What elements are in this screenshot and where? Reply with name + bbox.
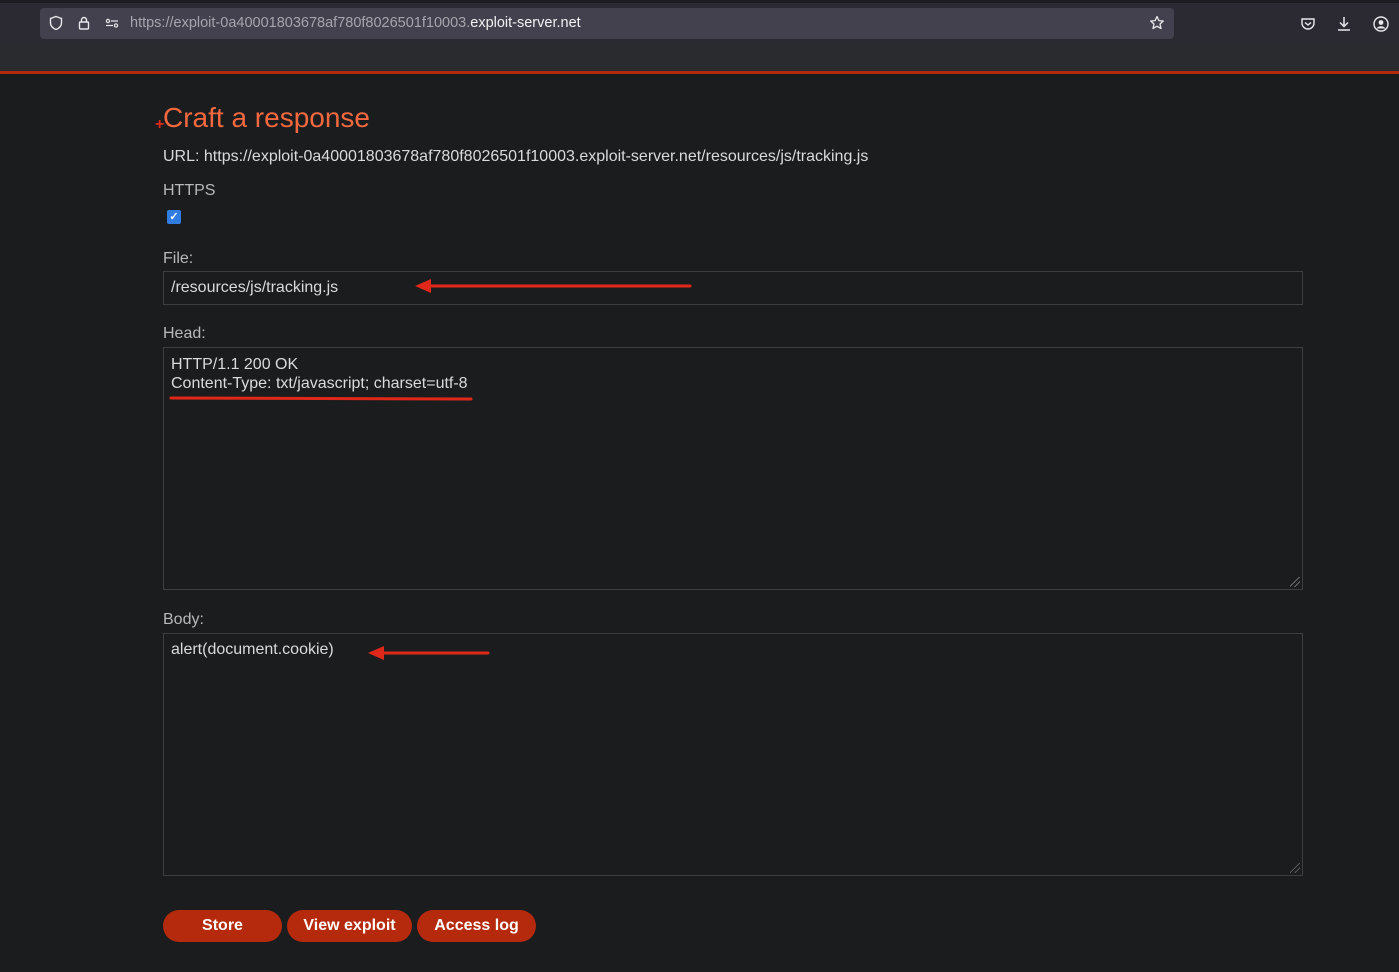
shield-icon[interactable]	[48, 15, 64, 31]
file-input[interactable]: /resources/js/tracking.js	[163, 271, 1303, 305]
https-checkbox[interactable]: ✓	[167, 210, 181, 224]
url-text[interactable]: https://exploit-0a40001803678af780f80265…	[130, 15, 581, 31]
body-textarea[interactable]: alert(document.cookie)	[163, 633, 1303, 876]
page-title: Craft a response	[163, 102, 370, 133]
page-header-bar	[0, 44, 1399, 71]
bookmark-star-icon[interactable]	[1149, 15, 1165, 31]
address-bar[interactable]: https://exploit-0a40001803678af780f80265…	[40, 8, 1174, 39]
store-button[interactable]: Store	[163, 910, 282, 942]
permissions-icon[interactable]	[104, 15, 120, 31]
response-url: URL: https://exploit-0a40001803678af780f…	[163, 148, 869, 165]
accent-divider	[0, 71, 1399, 74]
url-host: exploit-server.net	[470, 15, 581, 31]
pocket-icon[interactable]	[1299, 15, 1317, 33]
account-icon[interactable]	[1372, 15, 1390, 33]
file-label: File:	[163, 250, 194, 267]
url-prefix: https://exploit-0a40001803678af780f80265…	[130, 15, 471, 31]
access-log-button[interactable]: Access log	[417, 910, 536, 942]
head-textarea[interactable]: HTTP/1.1 200 OK Content-Type: txt/javasc…	[163, 347, 1303, 590]
body-label: Body:	[163, 611, 204, 628]
lock-icon[interactable]	[76, 15, 92, 31]
view-exploit-button[interactable]: View exploit	[287, 910, 412, 942]
browser-toolbar: https://exploit-0a40001803678af780f80265…	[0, 0, 1399, 44]
head-label: Head:	[163, 325, 206, 342]
download-icon[interactable]	[1335, 15, 1353, 33]
https-label: HTTPS	[163, 182, 216, 199]
